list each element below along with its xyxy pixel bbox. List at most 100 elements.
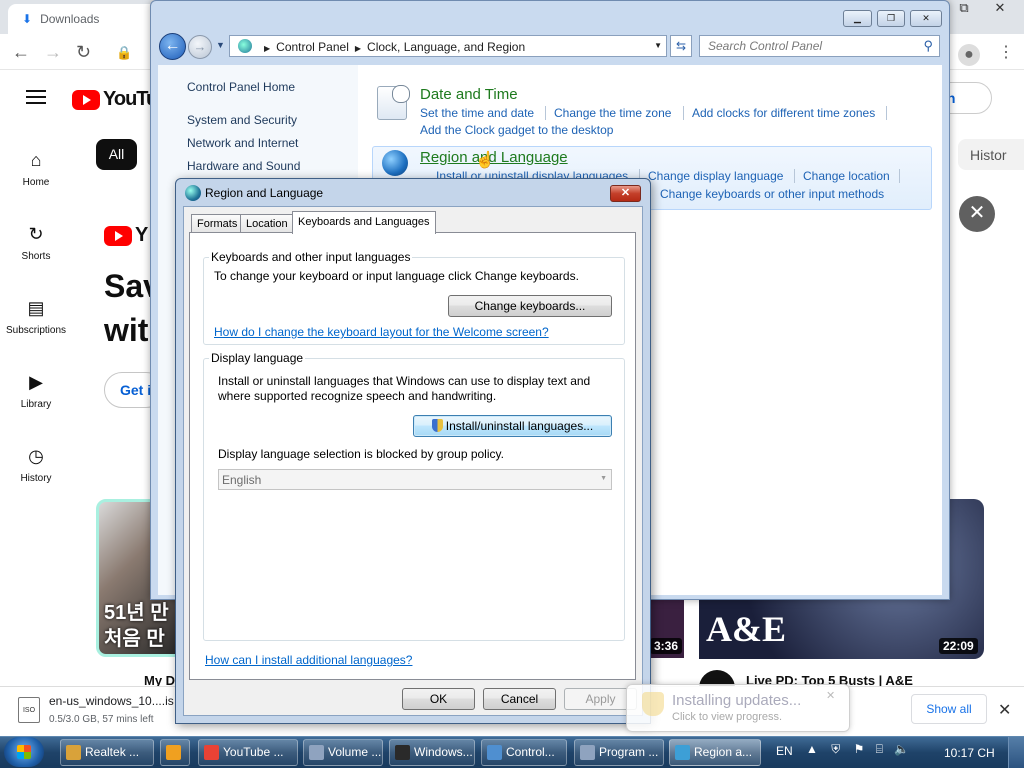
tab-keyboards-languages[interactable]: Keyboards and Languages — [292, 211, 436, 234]
promo-youtube-logo: Y — [104, 224, 148, 247]
sidebar-item-library[interactable]: ▶ Library — [0, 372, 72, 410]
close-button[interactable]: ✕ — [910, 10, 942, 27]
globe-icon — [382, 150, 408, 176]
forward-icon[interactable]: → — [44, 42, 62, 63]
category-date-time[interactable]: Date and Time — [420, 86, 518, 103]
sidebar-item-history[interactable]: ◷ History — [0, 446, 72, 484]
nav-link-control-panel-home[interactable]: Control Panel Home — [187, 80, 295, 94]
close-icon[interactable]: ✕ — [826, 689, 835, 702]
link-set-time-date[interactable]: Set the time and date — [420, 106, 534, 120]
taskbar-item[interactable]: Windows... — [389, 739, 475, 766]
ok-button[interactable]: OK — [402, 688, 475, 710]
restore-button[interactable]: ❐ — [877, 10, 905, 27]
download-file-name[interactable]: en-us_windows_10....is — [49, 694, 174, 708]
show-hidden-icons-icon[interactable]: ▲ — [806, 742, 818, 756]
balloon-title: Installing updates... — [672, 692, 802, 709]
close-promo-icon[interactable]: ✕ — [959, 196, 995, 232]
start-button[interactable] — [4, 737, 44, 767]
action-center-flag-icon[interactable]: ⚑ — [854, 742, 865, 756]
group-caption: Keyboards and other input languages — [209, 250, 413, 264]
close-window-button[interactable]: ✕ — [980, 0, 1020, 18]
control-panel-icon — [238, 39, 252, 53]
taskbar-item[interactable]: Realtek ... — [60, 739, 154, 766]
system-tray: ▲ ⛨ ⚑ ⌸ 🔈 — [806, 742, 909, 757]
nav-link-hardware-sound[interactable]: Hardware and Sound — [187, 159, 300, 173]
tab-location[interactable]: Location — [240, 214, 294, 233]
chevron-down-icon: ▼ — [600, 475, 607, 482]
search-input[interactable]: Search Control Panel ⚲ — [699, 35, 940, 57]
app-icon — [580, 745, 595, 760]
breadcrumb-arrow-icon[interactable]: ▶ — [264, 44, 270, 53]
install-uninstall-languages-button[interactable]: Install/uninstall languages... — [413, 415, 612, 437]
breadcrumb-control-panel[interactable]: Control Panel — [276, 40, 349, 54]
display-description-line2: where supported recognize speech and han… — [218, 389, 497, 403]
address-bar[interactable]: ▶ Control Panel ▶ Clock, Language, and Regi… — [229, 35, 667, 57]
shorts-icon: ↻ — [28, 224, 44, 244]
language-indicator[interactable]: EN — [776, 744, 793, 758]
sidebar-item-subscriptions[interactable]: ▤ Subscriptions — [0, 298, 72, 336]
blocked-by-policy-text: Display language selection is blocked by… — [218, 447, 504, 461]
taskbar-item[interactable]: Region a... — [669, 739, 761, 766]
keyboard-layout-help-link[interactable]: How do I change the keyboard layout for … — [214, 325, 549, 339]
chip-all[interactable]: All — [96, 139, 137, 170]
taskbar-item[interactable]: YouTube ... — [198, 739, 298, 766]
close-icon[interactable]: ✕ — [998, 700, 1011, 720]
network-icon[interactable]: ⌸ — [876, 742, 883, 756]
show-all-button[interactable]: Show all — [911, 694, 987, 724]
dialog-title: Region and Language — [205, 186, 324, 200]
iso-file-icon: ISO — [18, 697, 40, 723]
show-desktop-button[interactable] — [1008, 737, 1024, 768]
link-separator — [899, 169, 900, 183]
link-change-keyboards[interactable]: Change keyboards or other input methods — [660, 187, 884, 201]
hamburger-menu-icon[interactable] — [26, 90, 46, 104]
windows-update-icon[interactable]: ⛨ — [831, 742, 840, 756]
link-change-location[interactable]: Change location — [803, 169, 890, 183]
taskbar-item[interactable] — [160, 739, 190, 766]
subscriptions-icon: ▤ — [27, 298, 45, 318]
link-add-clock-gadget[interactable]: Add the Clock gadget to the desktop — [420, 123, 613, 137]
link-change-time-zone[interactable]: Change the time zone — [554, 106, 671, 120]
taskbar-item[interactable]: Volume ... — [303, 739, 383, 766]
taskbar-clock[interactable]: 10:17 CH — [944, 746, 995, 760]
taskbar-item[interactable]: Control... — [481, 739, 567, 766]
app-icon — [395, 745, 410, 760]
link-add-clocks[interactable]: Add clocks for different time zones — [692, 106, 875, 120]
back-button[interactable]: ← — [159, 33, 186, 60]
breadcrumb-arrow-icon[interactable]: ▶ — [355, 44, 361, 53]
close-button[interactable]: ✕ — [610, 185, 641, 202]
video-duration: 22:09 — [939, 638, 978, 654]
display-description-line1: Install or uninstall languages that Wind… — [218, 374, 591, 388]
chip-history[interactable]: Histor — [958, 139, 1024, 170]
nav-link-system-security[interactable]: System and Security — [187, 113, 297, 127]
refresh-button[interactable]: ⇆ — [670, 35, 692, 57]
search-icon[interactable]: ⚲ — [923, 38, 933, 54]
tab-formats[interactable]: Formats — [191, 214, 244, 233]
restore-button[interactable]: ⧉ — [944, 0, 984, 18]
back-icon[interactable]: ← — [12, 42, 30, 63]
change-keyboards-button[interactable]: Change keyboards... — [448, 295, 612, 317]
chevron-down-icon[interactable]: ▼ — [654, 41, 662, 50]
link-separator — [794, 169, 795, 183]
uac-shield-icon — [431, 419, 443, 432]
sidebar-item-shorts[interactable]: ↻ Shorts — [0, 224, 72, 262]
menu-dots-icon[interactable]: ⋮ — [998, 42, 1014, 62]
lock-icon: 🔒 — [116, 45, 133, 60]
recent-pages-dropdown-icon[interactable]: ▼ — [216, 40, 225, 50]
cancel-button[interactable]: Cancel — [483, 688, 556, 710]
forward-button[interactable]: → — [188, 35, 212, 59]
taskbar-item[interactable]: Program ... — [574, 739, 664, 766]
globe-icon — [185, 185, 201, 201]
balloon-subtitle: Click to view progress. — [672, 711, 783, 723]
nav-link-network-internet[interactable]: Network and Internet — [187, 136, 298, 150]
app-icon — [166, 745, 181, 760]
install-additional-languages-link[interactable]: How can I install additional languages? — [205, 653, 412, 667]
browser-tab-downloads[interactable]: ⬇ Downloads — [8, 4, 158, 34]
link-change-display-language[interactable]: Change display language — [648, 169, 783, 183]
volume-icon[interactable]: 🔈 — [894, 742, 909, 756]
minimize-button[interactable]: ▁ — [843, 10, 872, 27]
reload-icon[interactable]: ↻ — [76, 42, 91, 63]
app-icon — [309, 745, 324, 760]
breadcrumb-clock-language-region[interactable]: Clock, Language, and Region — [367, 40, 525, 54]
sidebar-item-home[interactable]: ⌂ Home — [0, 150, 72, 188]
profile-icon[interactable]: ● — [958, 44, 980, 66]
